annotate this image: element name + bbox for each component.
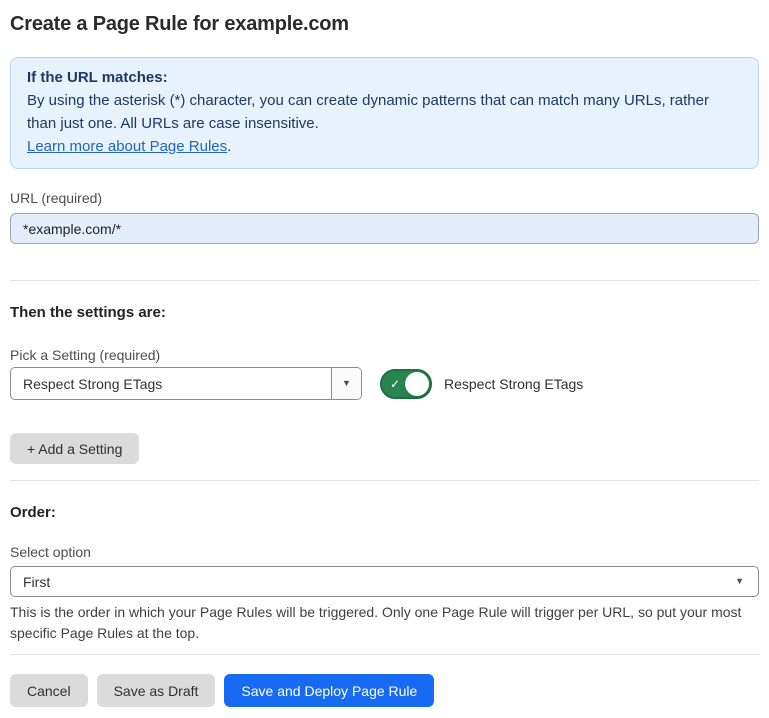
- chevron-down-icon: ▼: [342, 379, 351, 388]
- info-box-link-line: Learn more about Page Rules.: [27, 135, 742, 158]
- check-icon: ✓: [390, 377, 400, 389]
- cancel-button[interactable]: Cancel: [10, 674, 88, 707]
- info-box-body: By using the asterisk (*) character, you…: [27, 89, 742, 135]
- toggle-knob: [405, 372, 429, 396]
- link-period: .: [227, 138, 231, 155]
- pick-setting-label: Pick a Setting (required): [10, 347, 759, 364]
- toggle-label: Respect Strong ETags: [444, 376, 583, 392]
- url-input[interactable]: [10, 213, 759, 244]
- section-divider: [10, 280, 759, 281]
- order-description: This is the order in which your Page Rul…: [10, 602, 755, 644]
- save-draft-button[interactable]: Save as Draft: [97, 674, 216, 707]
- section-divider: [10, 654, 759, 655]
- setting-select-arrow-box[interactable]: ▼: [331, 368, 361, 399]
- url-match-info-box: If the URL matches: By using the asteris…: [10, 57, 759, 169]
- page-title: Create a Page Rule for example.com: [10, 12, 759, 36]
- setting-select-value: Respect Strong ETags: [11, 368, 331, 399]
- order-select[interactable]: First ▼: [10, 566, 759, 597]
- create-page-rule-form: Create a Page Rule for example.com If th…: [0, 12, 769, 707]
- add-setting-button[interactable]: + Add a Setting: [10, 433, 139, 464]
- section-divider: [10, 480, 759, 481]
- order-select-value: First: [11, 567, 735, 596]
- order-section-heading: Order:: [10, 504, 759, 522]
- learn-more-link[interactable]: Learn more about Page Rules: [27, 138, 227, 155]
- save-deploy-button[interactable]: Save and Deploy Page Rule: [224, 674, 434, 707]
- etags-toggle[interactable]: ✓: [380, 369, 432, 399]
- url-field-label: URL (required): [10, 190, 759, 207]
- form-actions: Cancel Save as Draft Save and Deploy Pag…: [10, 674, 759, 707]
- setting-select[interactable]: Respect Strong ETags ▼: [10, 367, 362, 400]
- order-select-arrow: ▼: [735, 567, 758, 596]
- order-select-label: Select option: [10, 544, 759, 561]
- chevron-down-icon: ▼: [735, 577, 744, 586]
- setting-row: Respect Strong ETags ▼ ✓ Respect Strong …: [10, 367, 759, 400]
- settings-section-heading: Then the settings are:: [10, 304, 759, 322]
- info-box-heading: If the URL matches:: [27, 66, 742, 89]
